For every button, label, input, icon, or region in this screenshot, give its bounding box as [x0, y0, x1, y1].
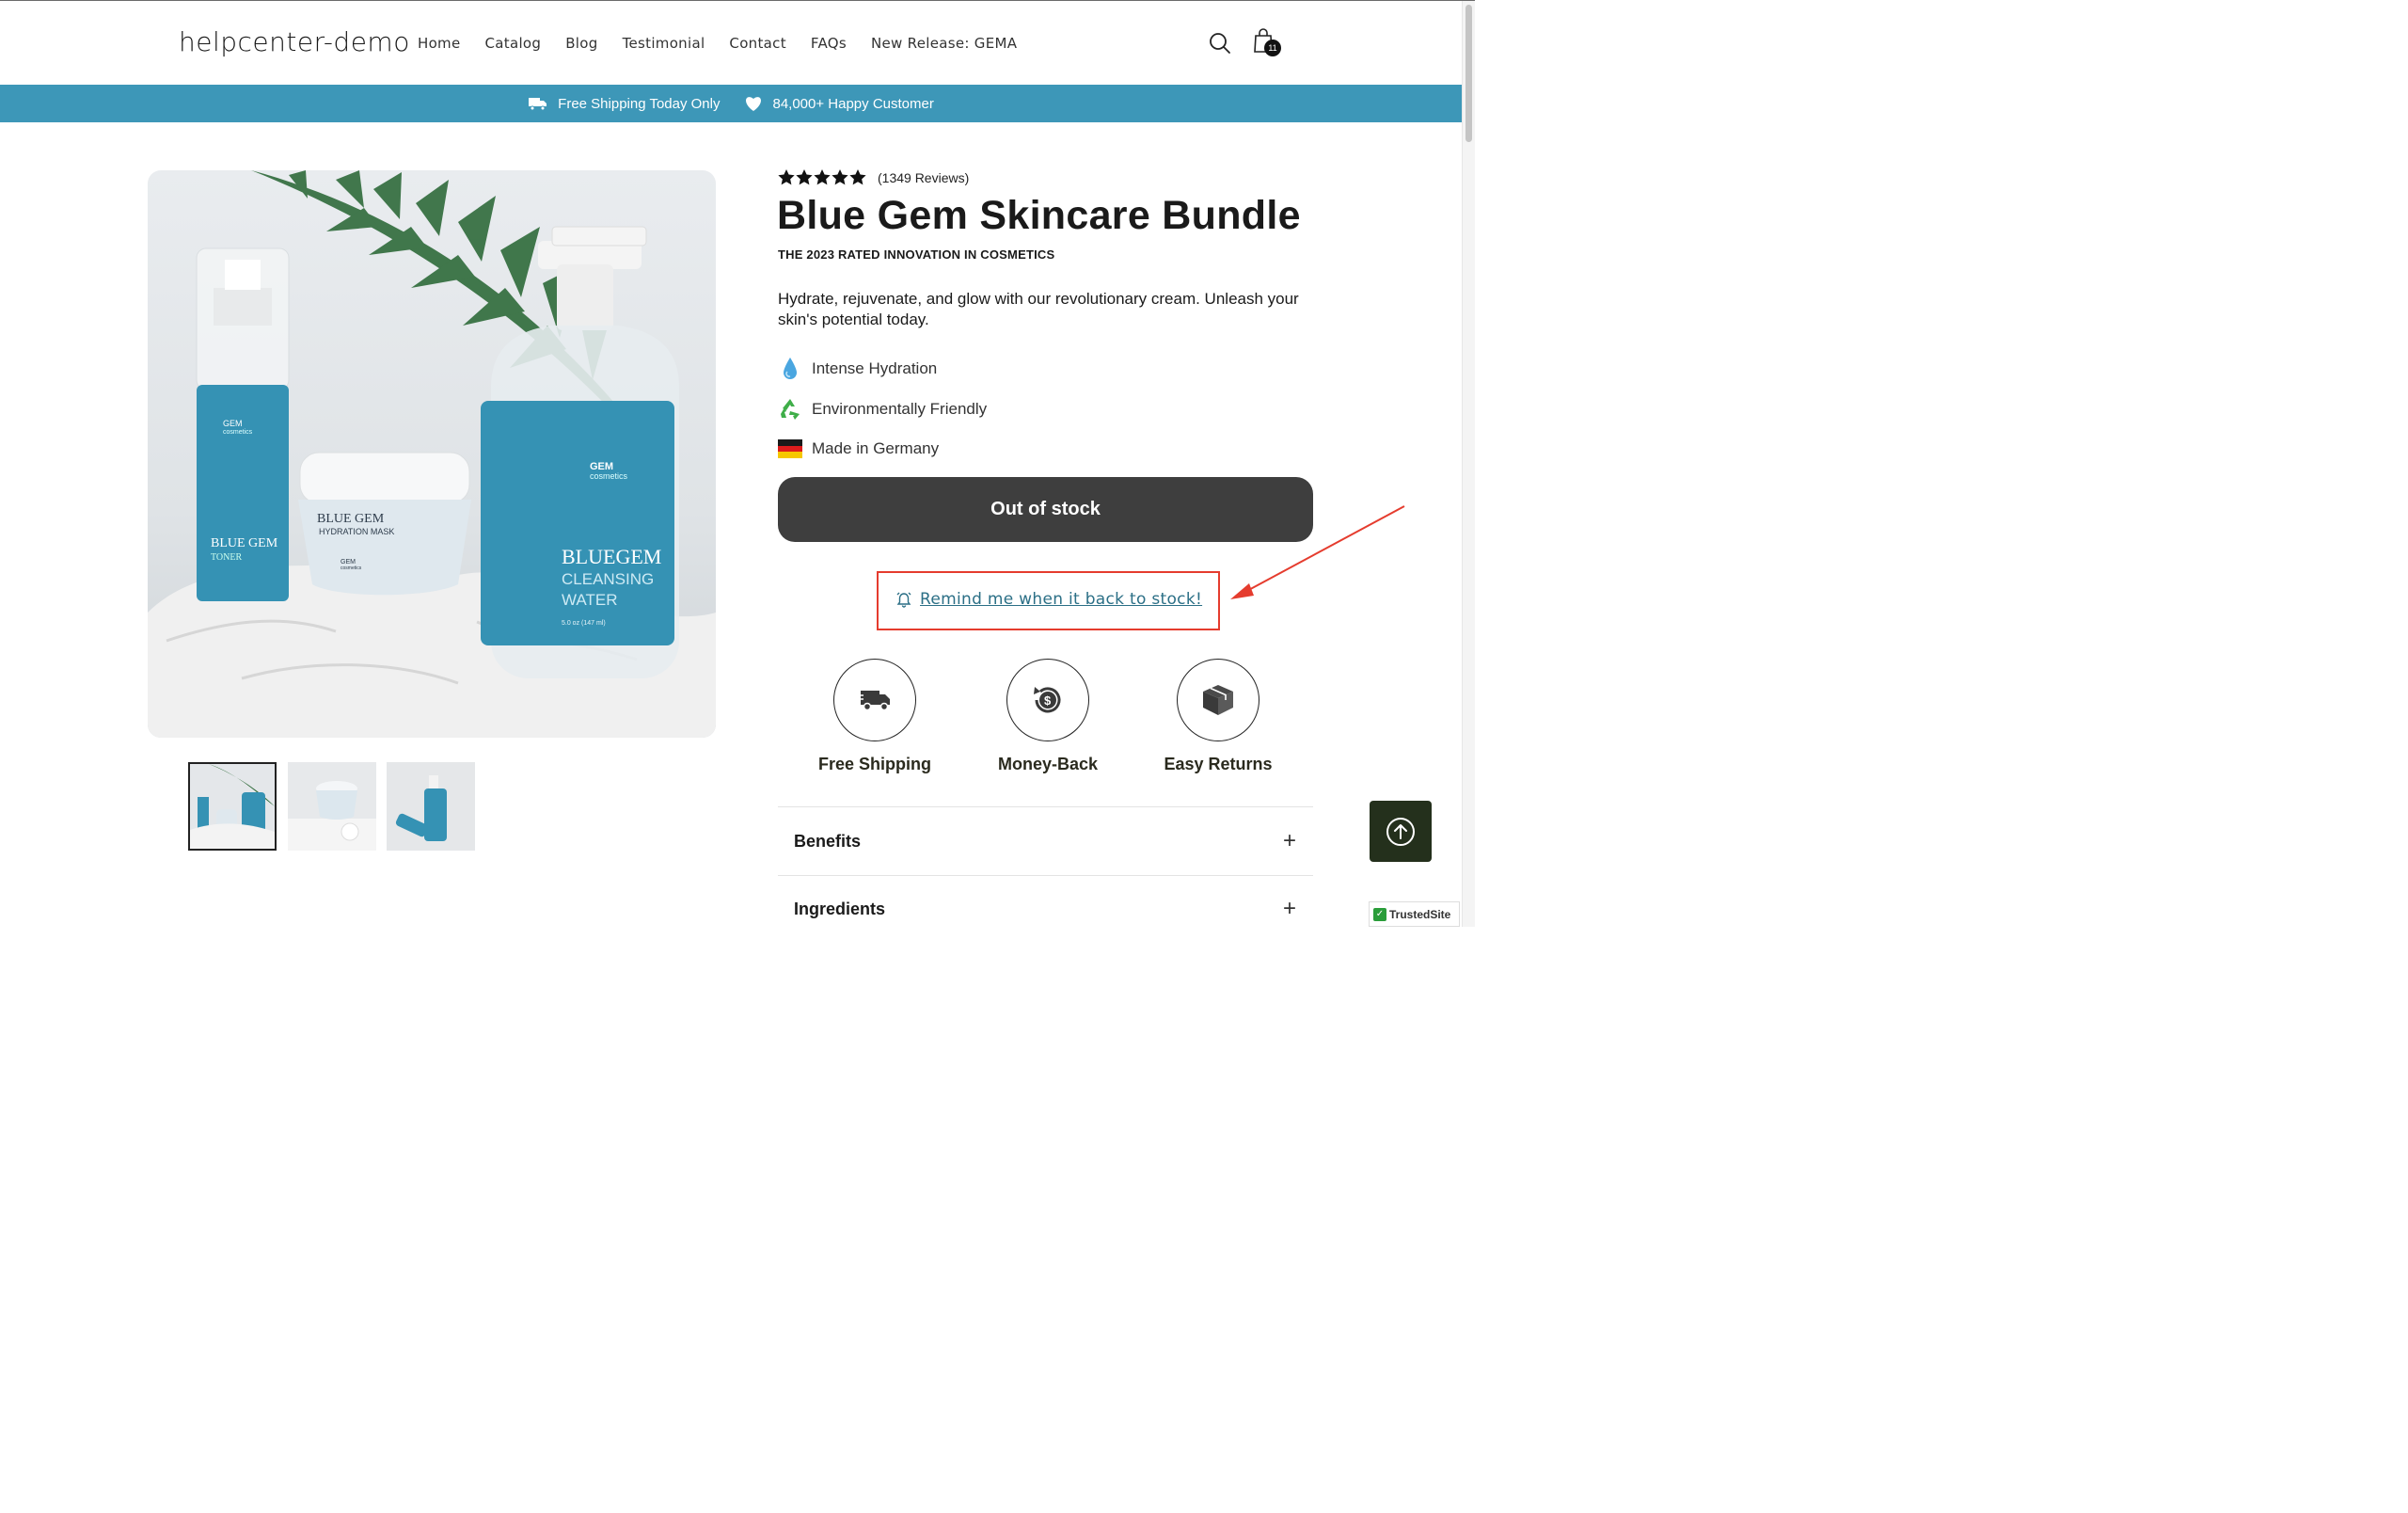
nav-catalog[interactable]: Catalog [485, 35, 542, 52]
mask-jar: BLUE GEM HYDRATION MASK GEM cosmetics [298, 452, 471, 596]
perk-label: Money-Back [997, 755, 1099, 773]
divider [778, 806, 1313, 807]
checkmark-icon: ✓ [1373, 907, 1386, 921]
nav-blog[interactable]: Blog [565, 35, 597, 52]
cart-count-badge: 11 [1264, 40, 1281, 56]
svg-text:$: $ [1044, 693, 1052, 708]
toner-bottle: GEM cosmetics BLUE GEM TONER [196, 247, 290, 601]
nav-new-release[interactable]: New Release: GEMA [871, 35, 1017, 52]
toner-brand-sub: cosmetics [223, 429, 253, 436]
toner-sub-label: TONER [211, 552, 242, 563]
product-description: Hydrate, rejuvenate, and glow with our r… [778, 290, 1299, 328]
perk-label: Easy Returns [1164, 755, 1273, 773]
announcement-bar: Free Shipping Today Only 84,000+ Happy C… [0, 85, 1462, 122]
accordion-ingredients[interactable]: Ingredients + [778, 881, 1313, 937]
accordion-title: Benefits [794, 831, 862, 851]
water-drop-icon [778, 357, 802, 381]
water-sub-label-2: WATER [562, 591, 618, 609]
reviews-count: (1349 Reviews) [878, 169, 970, 185]
arrow-up-circle-icon [1386, 817, 1415, 846]
money-back-icon: $ [1034, 687, 1061, 713]
feature-label: Environmentally Friendly [812, 400, 988, 418]
perk-circle: $ [1006, 659, 1089, 741]
heart-icon [746, 97, 762, 111]
perk-circle [1177, 659, 1259, 741]
perk-label: Free Shipping [817, 755, 931, 773]
perk-circle [833, 659, 916, 741]
star-rating [778, 169, 866, 185]
customers-text: 84,000+ Happy Customer [772, 95, 934, 112]
site-logo[interactable]: helpcenter-demo [179, 26, 410, 57]
annotation-arrow [1230, 505, 1405, 599]
search-icon[interactable] [1208, 31, 1232, 56]
star-icon [778, 169, 795, 185]
mask-label: BLUE GEM [317, 512, 385, 526]
thumbnail-1[interactable] [188, 762, 277, 851]
water-sub-label-1: CLEANSING [562, 570, 654, 588]
star-icon [849, 169, 866, 185]
main-nav: Home Catalog Blog Testimonial Contact FA… [418, 35, 1017, 52]
cart-button[interactable]: 11 [1251, 27, 1285, 59]
perk-money-back: $ Money-Back [973, 659, 1123, 774]
mask-brand: GEM [341, 559, 356, 565]
plus-icon: + [1282, 828, 1296, 853]
feature-label: Intense Hydration [812, 359, 938, 377]
shipping-announcement: Free Shipping Today Only [528, 96, 720, 112]
back-to-top-button[interactable] [1370, 801, 1432, 862]
plus-icon: + [1282, 896, 1296, 921]
delivery-truck-icon [529, 98, 547, 111]
remind-back-in-stock-link[interactable]: Remind me when it back to stock! [895, 590, 1202, 609]
trusted-site-text: TrustedSite [1389, 907, 1451, 921]
toner-label: BLUE GEM [211, 536, 278, 550]
alarm-bell-icon [896, 592, 911, 608]
thumbnail-2[interactable] [288, 762, 376, 851]
perk-easy-returns: Easy Returns [1143, 659, 1293, 774]
package-box-icon [1203, 685, 1233, 715]
product-main-image[interactable]: GEM cosmetics BLUE GEM TONER BLUE GEM HY… [148, 170, 716, 738]
accordion-benefits[interactable]: Benefits + [778, 813, 1313, 869]
recycle-icon [778, 397, 802, 422]
feature-hydration: Intense Hydration [778, 357, 937, 381]
trusted-site-badge[interactable]: ✓ TrustedSite [1369, 901, 1460, 927]
divider [778, 875, 1313, 876]
mask-brand-sub: cosmetics [341, 565, 362, 571]
nav-testimonial[interactable]: Testimonial [623, 35, 705, 52]
water-brand-sub: cosmetics [590, 471, 628, 481]
star-icon [814, 169, 831, 185]
rating-row[interactable]: (1349 Reviews) [778, 169, 969, 185]
remind-link-text: Remind me when it back to stock! [920, 590, 1203, 609]
customers-announcement: 84,000+ Happy Customer [744, 95, 934, 112]
scrollbar-thumb[interactable] [1465, 5, 1472, 142]
mask-sub-label: HYDRATION MASK [319, 527, 394, 536]
page-scrollbar[interactable] [1462, 1, 1475, 927]
water-size-label: 5.0 oz (147 ml) [562, 620, 606, 627]
site-header: helpcenter-demo Home Catalog Blog Testim… [0, 1, 1462, 85]
star-icon [796, 169, 813, 185]
product-subtitle: THE 2023 RATED INNOVATION IN COSMETICS [778, 247, 1055, 262]
feature-eco: Environmentally Friendly [778, 397, 987, 422]
perk-free-shipping: Free Shipping [800, 659, 950, 774]
star-icon [832, 169, 848, 185]
product-title: Blue Gem Skincare Bundle [777, 193, 1301, 238]
nav-home[interactable]: Home [418, 35, 461, 52]
thumbnail-3[interactable] [387, 762, 475, 851]
water-label: BLUEGEM [562, 545, 661, 568]
shipping-text: Free Shipping Today Only [558, 95, 721, 112]
feature-germany: Made in Germany [778, 437, 939, 461]
nav-contact[interactable]: Contact [729, 35, 785, 52]
toner-brand: GEM [223, 419, 243, 428]
accordion-title: Ingredients [794, 899, 886, 918]
feature-label: Made in Germany [812, 439, 940, 457]
germany-flag-icon [778, 437, 802, 461]
delivery-truck-icon [858, 691, 890, 711]
nav-faqs[interactable]: FAQs [811, 35, 847, 52]
